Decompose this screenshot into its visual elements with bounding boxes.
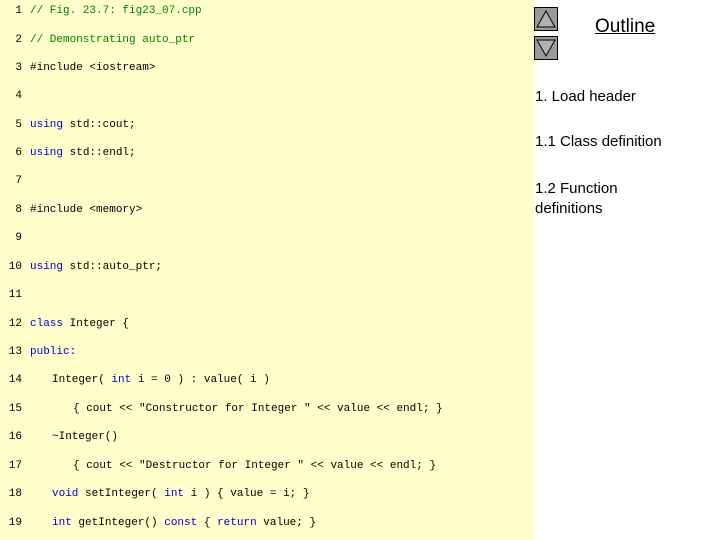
code-token: std::cout; [63,119,136,131]
outline-title[interactable]: Outline [595,16,655,38]
code-token: { [197,517,218,529]
code-token: std::auto_ptr; [63,261,163,273]
outline-item-function-definitions: 1.2 Function definitions [535,180,618,217]
code-token: #include <iostream> [30,62,156,74]
code-keyword: int [164,488,185,500]
code-keyword: using [30,119,64,131]
code-text: Integer( int i = 0 ) : value( i ) [52,370,270,390]
code-line: 17 { cout << "Destructor for Integer " <<… [0,456,436,476]
code-text: { cout << "Constructor for Integer " << … [73,399,443,419]
line-number: 6 [15,147,22,159]
code-line: 10 using std::auto_ptr; [0,257,162,277]
code-line: 4 [0,86,22,106]
code-line: 15 { cout << "Constructor for Integer " <… [0,399,443,419]
code-token: std::endl; [63,147,136,159]
code-line: 5 using std::cout; [0,115,135,135]
code-line: 11 [0,285,22,305]
code-keyword: int [111,374,132,386]
code-text: public: [30,342,76,362]
line-number: 7 [15,175,22,187]
code-text: #include <memory> [30,200,142,220]
code-text: // Demonstrating auto_ptr [30,30,195,50]
code-line: 18 void setInteger( int i ) { value = i; … [0,484,310,504]
code-line: 13 public: [0,342,76,362]
line-number: 17 [8,460,22,472]
code-token: #include <memory> [30,204,143,216]
code-keyword: using [30,261,64,273]
code-token: setInteger( [78,488,165,500]
line-number: 9 [15,232,22,244]
code-text: using std::endl; [30,143,136,163]
line-number: 14 [8,374,22,386]
code-keyword: public: [30,346,77,358]
code-token: i = 0 ) : value( i ) [131,374,270,386]
code-keyword: void [52,488,79,500]
code-token: i ) { value = i; } [184,488,310,500]
line-number: 13 [8,346,22,358]
code-line: 9 [0,228,22,248]
code-line: 2 // Demonstrating auto_ptr [0,30,195,50]
code-line: 8 #include <memory> [0,200,142,220]
code-token: value; } [256,517,317,529]
code-line: 16 ~Integer() [0,427,118,447]
code-comment: // Demonstrating auto_ptr [30,34,196,46]
triangle-down-icon [536,39,556,58]
code-line: 19 int getInteger() const { return value;… [0,513,316,533]
code-token: Integer { [63,318,130,330]
code-token: ~Integer() [52,431,119,443]
code-line: 3 #include <iostream> [0,58,155,78]
line-number: 18 [8,488,22,500]
code-keyword: return [217,517,257,529]
code-text: // Fig. 23.7: fig23_07.cpp [30,1,202,21]
line-number: 5 [15,119,22,131]
code-keyword: const [164,517,198,529]
code-comment: // Fig. 23.7: fig23_07.cpp [30,5,202,17]
code-line: 1 // Fig. 23.7: fig23_07.cpp [0,1,201,21]
code-text: using std::auto_ptr; [30,257,162,277]
code-line: 14 Integer( int i = 0 ) : value( i ) [0,370,270,390]
code-text: class Integer { [30,314,129,334]
code-text: void setInteger( int i ) { value = i; } [52,484,309,504]
code-line: 7 [0,171,22,191]
line-number: 3 [15,62,22,74]
code-text: ~Integer() [52,427,118,447]
code-text: #include <iostream> [30,58,155,78]
code-line: 6 using std::endl; [0,143,135,163]
line-number: 19 [8,517,22,529]
line-number: 16 [8,431,22,443]
outline-item-class-definition: 1.1 Class definition [535,133,662,150]
outline-item-load-header: 1. Load header [535,88,636,105]
code-line: 12 class Integer { [0,314,129,334]
line-number: 1 [15,5,22,17]
code-keyword: int [52,517,72,529]
code-panel: 1 // Fig. 23.7: fig23_07.cpp 2 // Demonstra… [0,0,534,540]
line-number: 11 [8,289,22,301]
code-token: getInteger() [71,517,165,529]
code-token: Integer( [52,374,112,386]
line-number: 10 [8,261,22,273]
code-token: { cout << "Constructor for Integer " << … [73,403,443,415]
code-text: int getInteger() const { return value; } [52,513,316,533]
line-number: 12 [8,318,22,330]
line-number: 4 [15,90,22,102]
previous-slide-button[interactable] [534,7,558,31]
code-token: { cout << "Destructor for Integer " << v… [73,460,437,472]
code-keyword: class [30,318,64,330]
code-text: { cout << "Destructor for Integer " << v… [73,456,436,476]
code-keyword: using [30,147,64,159]
line-number: 2 [15,34,22,46]
triangle-up-icon [536,9,556,28]
line-number: 15 [8,403,22,415]
next-slide-button[interactable] [534,36,558,60]
code-text: using std::cout; [30,115,136,135]
line-number: 8 [15,204,22,216]
